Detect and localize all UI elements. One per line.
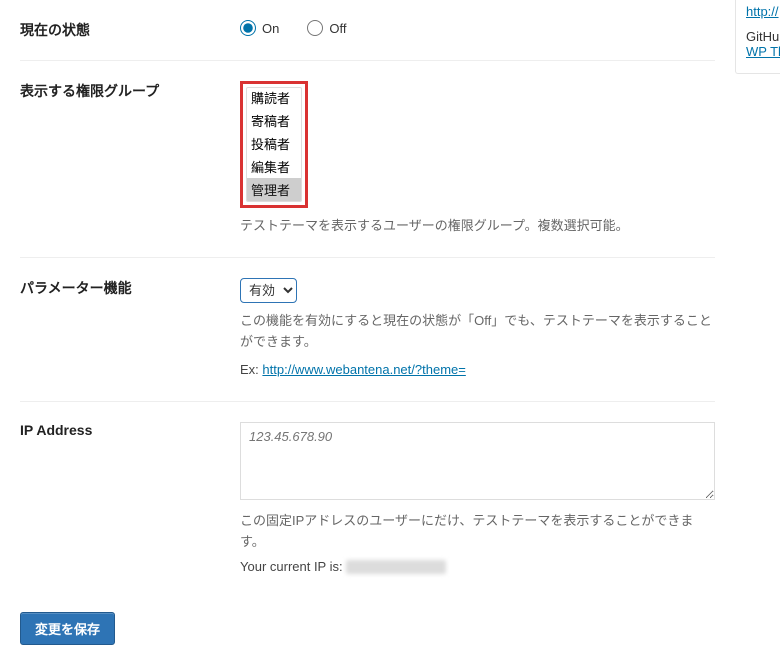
ip-desc: この固定IPアドレスのユーザーにだけ、テストテーマを表示することができます。 bbox=[240, 511, 715, 553]
status-radio-group: On Off bbox=[240, 20, 715, 36]
row-groups: 表示する権限グループ 購読者寄稿者投稿者編集者管理者 テストテーマを表示するユー… bbox=[20, 61, 715, 258]
groups-listbox-highlight: 購読者寄稿者投稿者編集者管理者 bbox=[240, 81, 308, 208]
radio-off-label: Off bbox=[329, 21, 346, 36]
settings-form-table: 現在の状態 On Off 表示する権限グループ 購読 bbox=[20, 0, 715, 594]
sidebar-top-link[interactable]: http:// bbox=[746, 4, 779, 19]
sidebar-github-link[interactable]: WP Th bbox=[746, 44, 780, 59]
current-ip-blurred bbox=[346, 560, 446, 574]
sidebar: http:// GitHu WP Th bbox=[735, 0, 780, 74]
groups-option[interactable]: 編集者 bbox=[247, 155, 301, 178]
param-select-wrap: 有効 bbox=[240, 278, 297, 303]
submit-row: 変更を保存 bbox=[20, 612, 715, 645]
label-ip: IP Address bbox=[20, 402, 220, 595]
param-ex-link[interactable]: http://www.webantena.net/?theme= bbox=[262, 362, 465, 377]
param-select[interactable]: 有効 bbox=[241, 279, 296, 302]
groups-option[interactable]: 購読者 bbox=[247, 87, 301, 109]
ip-textarea[interactable] bbox=[240, 422, 715, 500]
row-status: 現在の状態 On Off bbox=[20, 0, 715, 61]
groups-desc: テストテーマを表示するユーザーの権限グループ。複数選択可能。 bbox=[240, 216, 715, 237]
groups-option[interactable]: 寄稿者 bbox=[247, 109, 301, 132]
groups-option[interactable]: 管理者 bbox=[247, 178, 301, 201]
label-groups: 表示する権限グループ bbox=[20, 61, 220, 258]
row-ip: IP Address この固定IPアドレスのユーザーにだけ、テストテーマを表示す… bbox=[20, 402, 715, 595]
radio-on[interactable] bbox=[240, 20, 256, 36]
param-desc: この機能を有効にすると現在の状態が「Off」でも、テストテーマを表示することがで… bbox=[240, 311, 715, 353]
radio-on-wrap[interactable]: On bbox=[240, 20, 279, 36]
save-button[interactable]: 変更を保存 bbox=[20, 612, 115, 645]
row-param: パラメーター機能 有効 この機能を有効にすると現在の状態が「Off」でも、テスト… bbox=[20, 257, 715, 401]
groups-option[interactable]: 投稿者 bbox=[247, 132, 301, 155]
groups-listbox[interactable]: 購読者寄稿者投稿者編集者管理者 bbox=[246, 87, 302, 202]
param-ex-prefix: Ex: bbox=[240, 362, 262, 377]
current-ip-line: Your current IP is: bbox=[240, 559, 715, 575]
sidebar-github-label: GitHu bbox=[746, 29, 780, 44]
param-example: Ex: http://www.webantena.net/?theme= bbox=[240, 360, 715, 381]
current-ip-label: Your current IP is: bbox=[240, 559, 346, 574]
label-status: 現在の状態 bbox=[20, 0, 220, 61]
radio-on-label: On bbox=[262, 21, 279, 36]
radio-off-wrap[interactable]: Off bbox=[307, 20, 346, 36]
label-param: パラメーター機能 bbox=[20, 257, 220, 401]
radio-off[interactable] bbox=[307, 20, 323, 36]
